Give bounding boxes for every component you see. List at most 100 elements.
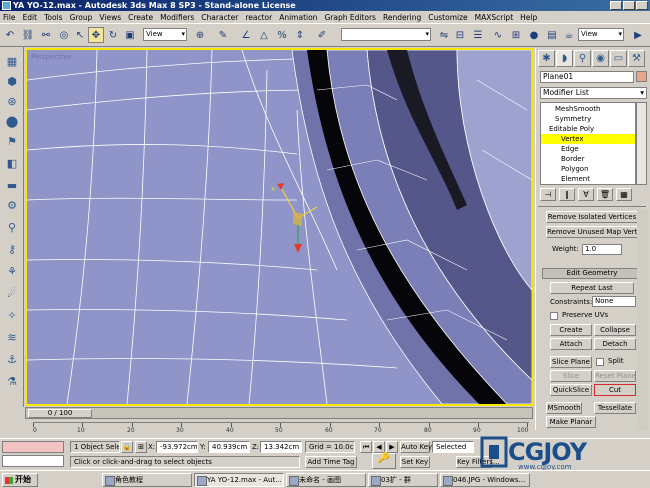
menu-customize[interactable]: Customize bbox=[428, 13, 467, 22]
soft-body-icon[interactable]: ⬤ bbox=[4, 113, 20, 129]
track-bar[interactable]: 0 10 20 30 40 50 60 70 80 90 100 bbox=[25, 420, 533, 437]
start-button[interactable]: 开始 bbox=[2, 473, 38, 487]
weight-field[interactable]: 1.0 bbox=[582, 244, 622, 255]
select-manipulate-icon[interactable]: ✎ bbox=[215, 27, 231, 43]
fracture-icon[interactable]: ✧ bbox=[4, 307, 20, 323]
task-button[interactable]: 046.JPG - Windows... bbox=[440, 473, 530, 487]
spinner-snap-icon[interactable]: ⇕ bbox=[292, 27, 308, 43]
analyze-icon[interactable]: ⚗ bbox=[4, 373, 20, 389]
select-object-icon[interactable]: ↖ bbox=[72, 27, 88, 43]
stack-item-polygon[interactable]: Polygon bbox=[541, 164, 635, 174]
stack-item-vertex[interactable]: Vertex bbox=[541, 134, 635, 144]
mirror-icon[interactable]: ⇋ bbox=[436, 27, 452, 43]
repeat-last-button[interactable]: Repeat Last bbox=[550, 282, 634, 294]
bind-space-warp-icon[interactable]: ◎ bbox=[56, 27, 72, 43]
goto-start-icon[interactable]: ⏮ bbox=[360, 441, 372, 453]
previous-frame-icon[interactable]: ◀ bbox=[373, 441, 385, 453]
tessellate-button[interactable]: Tessellate bbox=[594, 402, 636, 414]
create-tab-icon[interactable]: ✱ bbox=[538, 50, 555, 67]
unlink-icon[interactable]: ⚯ bbox=[38, 27, 54, 43]
perspective-viewport[interactable]: x Perspective bbox=[25, 48, 534, 406]
pivot-center-icon[interactable]: ⊕ bbox=[192, 27, 208, 43]
menu-animation[interactable]: Animation bbox=[279, 13, 317, 22]
menu-modifiers[interactable]: Modifiers bbox=[160, 13, 194, 22]
menu-views[interactable]: Views bbox=[99, 13, 121, 22]
menu-reactor[interactable]: reactor bbox=[245, 13, 272, 22]
stack-item-element[interactable]: Element bbox=[541, 174, 635, 184]
deforming-mesh-icon[interactable]: ◧ bbox=[4, 155, 20, 171]
material-editor-icon[interactable]: ● bbox=[526, 27, 542, 43]
motion-tab-icon[interactable]: ◉ bbox=[592, 50, 609, 67]
task-button[interactable]: 未命名 - 画图 bbox=[286, 473, 366, 487]
modifier-stack-scrollbar[interactable] bbox=[636, 102, 647, 185]
remove-modifier-icon[interactable]: 🗑 bbox=[597, 188, 613, 201]
selection-lock-icon[interactable]: 🔒 bbox=[121, 441, 133, 453]
close-button[interactable] bbox=[636, 1, 648, 10]
modify-tab-icon[interactable]: ◗ bbox=[556, 50, 573, 67]
render-scene-icon[interactable]: ▤ bbox=[544, 27, 560, 43]
slice-button[interactable]: Slice bbox=[550, 370, 592, 382]
quickslice-button[interactable]: QuickSlice bbox=[550, 384, 592, 396]
curve-editor-icon[interactable]: ∿ bbox=[490, 27, 506, 43]
quick-render-icon[interactable]: ☕ bbox=[561, 27, 577, 43]
motor-icon[interactable]: ⚷ bbox=[4, 241, 20, 257]
select-move-icon[interactable]: ✥ bbox=[88, 27, 104, 43]
menu-group[interactable]: Group bbox=[70, 13, 93, 22]
menu-rendering[interactable]: Rendering bbox=[383, 13, 421, 22]
menu-maxscript[interactable]: MAXScript bbox=[475, 13, 514, 22]
object-name-field[interactable]: Plane01 bbox=[540, 71, 634, 83]
menu-graph-editors[interactable]: Graph Editors bbox=[324, 13, 376, 22]
make-planar-button[interactable]: Make Planar bbox=[546, 416, 596, 428]
preserve-uvs-checkbox[interactable] bbox=[550, 312, 558, 320]
rope-icon[interactable]: ⚑ bbox=[4, 133, 20, 149]
schematic-view-icon[interactable]: ⊞ bbox=[508, 27, 524, 43]
pin-stack-icon[interactable]: ⊣ bbox=[540, 188, 556, 201]
remove-isolated-vertices-button[interactable]: Remove Isolated Vertices bbox=[546, 211, 638, 223]
stack-item-border[interactable]: Border bbox=[541, 154, 635, 164]
menu-file[interactable]: File bbox=[3, 13, 16, 22]
time-slider[interactable]: 0 / 100 bbox=[28, 409, 92, 418]
edit-named-selection-icon[interactable]: ✐ bbox=[314, 27, 330, 43]
rigid-body-icon[interactable]: ⬢ bbox=[4, 73, 20, 89]
play-icon[interactable]: ▶ bbox=[386, 441, 398, 453]
stack-item-meshsmooth[interactable]: MeshSmooth bbox=[541, 104, 635, 114]
make-unique-icon[interactable]: ∀ bbox=[578, 188, 594, 201]
task-button[interactable]: 角色教程 bbox=[102, 473, 192, 487]
angle-snap-icon[interactable]: △ bbox=[256, 27, 272, 43]
maximize-button[interactable] bbox=[623, 1, 635, 10]
configure-modifier-sets-icon[interactable]: ▦ bbox=[616, 188, 632, 201]
percent-snap-icon[interactable]: % bbox=[274, 27, 290, 43]
dashpot-icon[interactable]: ⚲ bbox=[4, 219, 20, 235]
stack-item-editable-poly[interactable]: Editable Poly bbox=[541, 124, 635, 134]
edit-geometry-header[interactable]: Edit Geometry bbox=[542, 268, 642, 279]
x-coordinate-field[interactable]: -93.972cm bbox=[156, 441, 198, 453]
spring-icon[interactable]: ⚙ bbox=[4, 197, 20, 213]
maxscript-listener-output[interactable] bbox=[2, 441, 64, 453]
cut-button[interactable]: Cut bbox=[594, 384, 636, 396]
snap-toggle-icon[interactable]: ∠ bbox=[238, 27, 254, 43]
layer-manager-icon[interactable]: ☰ bbox=[470, 27, 486, 43]
stack-item-symmetry[interactable]: Symmetry bbox=[541, 114, 635, 124]
y-coordinate-field[interactable]: 40.939cm bbox=[208, 441, 250, 453]
msmooth-button[interactable]: MSmooth bbox=[546, 402, 582, 414]
cloth-icon[interactable]: ⊛ bbox=[4, 93, 20, 109]
toy-car-icon[interactable]: ☄ bbox=[4, 285, 20, 301]
detach-button[interactable]: Detach bbox=[594, 338, 636, 350]
select-scale-icon[interactable]: ▣ bbox=[122, 27, 138, 43]
named-selection-dropdown[interactable] bbox=[341, 28, 431, 41]
undo-icon[interactable]: ↶ bbox=[2, 27, 18, 43]
key-mode-dropdown[interactable]: Selected bbox=[432, 441, 474, 453]
stack-item-edge[interactable]: Edge bbox=[541, 144, 635, 154]
show-end-result-icon[interactable]: ‖ bbox=[559, 188, 575, 201]
hierarchy-tab-icon[interactable]: ⚲ bbox=[574, 50, 591, 67]
reactor-icon[interactable]: ▦ bbox=[4, 53, 20, 69]
display-tab-icon[interactable]: ▭ bbox=[610, 50, 627, 67]
constraints-dropdown[interactable]: None bbox=[592, 296, 636, 307]
object-color-swatch[interactable] bbox=[636, 71, 647, 82]
render-type-dropdown[interactable]: View bbox=[578, 28, 624, 41]
remove-unused-map-verts-button[interactable]: Remove Unused Map Verts bbox=[546, 226, 638, 238]
menu-character[interactable]: Character bbox=[201, 13, 238, 22]
select-link-icon[interactable]: ⛓ bbox=[20, 27, 36, 43]
plane-icon[interactable]: ▬ bbox=[4, 177, 20, 193]
constraint-icon[interactable]: ⚓ bbox=[4, 351, 20, 367]
